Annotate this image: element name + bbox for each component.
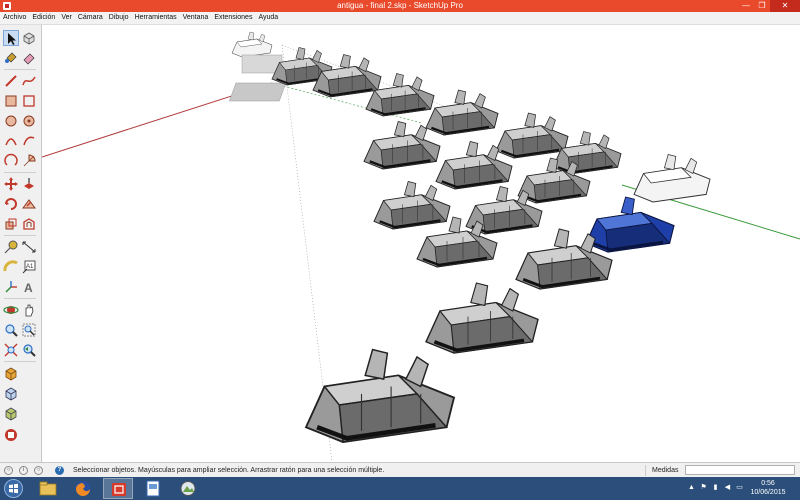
menu-camara[interactable]: Cámara xyxy=(75,12,106,24)
freehand-icon[interactable] xyxy=(21,73,37,89)
paint-bucket-icon[interactable] xyxy=(3,50,19,66)
zoom-icon[interactable] xyxy=(3,322,19,338)
menu-dibujo[interactable]: Dibujo xyxy=(106,12,132,24)
warehouse-icon[interactable] xyxy=(3,366,19,382)
document-viewer-icon[interactable] xyxy=(138,478,168,499)
keyboard-icon[interactable]: ▭ xyxy=(736,484,743,492)
ship-model[interactable] xyxy=(494,111,570,160)
menu-bar: Archivo Edición Ver Cámara Dibujo Herram… xyxy=(0,12,800,25)
3d-text-icon[interactable]: A xyxy=(21,279,37,295)
ship-model[interactable] xyxy=(311,53,383,99)
measurements-field[interactable] xyxy=(685,465,795,475)
restore-button[interactable]: ❐ xyxy=(754,0,770,12)
menu-ver[interactable]: Ver xyxy=(58,12,75,24)
select-tool-icon[interactable] xyxy=(3,30,19,46)
help-icon[interactable]: ? xyxy=(55,466,64,475)
ship-model-blue[interactable] xyxy=(584,195,676,254)
image-plane[interactable] xyxy=(228,82,287,102)
minimize-button[interactable]: — xyxy=(738,0,754,12)
protractor-icon[interactable] xyxy=(3,259,19,275)
system-clock[interactable]: 0:56 10/06/2015 xyxy=(748,479,788,497)
axes-icon[interactable] xyxy=(3,279,19,295)
title-bar[interactable]: antigua - final 2.skp - SketchUp Pro — ❐… xyxy=(0,0,800,12)
rotate-icon[interactable] xyxy=(3,196,19,212)
menu-ventana[interactable]: Ventana xyxy=(180,12,212,24)
ship-model[interactable] xyxy=(424,88,500,137)
geo-location-icon[interactable]: ○ xyxy=(4,466,13,475)
menu-ayuda[interactable]: Ayuda xyxy=(255,12,281,24)
orbit-icon[interactable] xyxy=(3,302,19,318)
rectangle-icon[interactable] xyxy=(3,93,19,109)
clock-date: 10/06/2015 xyxy=(750,489,786,496)
previous-view-icon[interactable] xyxy=(21,342,37,358)
volume-icon[interactable]: ◀ xyxy=(724,484,731,492)
move-icon[interactable] xyxy=(3,176,19,192)
pan-icon[interactable] xyxy=(21,302,37,318)
ship-model[interactable] xyxy=(372,180,452,231)
eraser-icon[interactable] xyxy=(21,50,37,66)
drawing-viewport[interactable] xyxy=(42,25,800,462)
ship-model-white[interactable] xyxy=(633,154,711,203)
status-bar: ○ i ○ ? Seleccionar objetos. Mayúsculas … xyxy=(0,462,800,478)
clock-time: 0:56 xyxy=(761,480,775,487)
follow-me-icon[interactable] xyxy=(21,196,37,212)
window-title: antigua - final 2.skp - SketchUp Pro xyxy=(337,1,463,10)
line-icon[interactable] xyxy=(3,73,19,89)
circle-icon[interactable] xyxy=(3,113,19,129)
taskbar: ▲ ⚑ ▮ ◀ ▭ 0:56 10/06/2015 xyxy=(0,477,800,500)
scale-icon[interactable] xyxy=(3,216,19,232)
dimension-icon[interactable] xyxy=(21,239,37,255)
three-point-arc-icon[interactable] xyxy=(3,153,19,169)
close-button[interactable]: ✕ xyxy=(770,0,800,12)
ship-model[interactable] xyxy=(306,350,454,443)
network-icon[interactable]: ▮ xyxy=(712,484,719,492)
offset-icon[interactable] xyxy=(21,216,37,232)
menu-edicion[interactable]: Edición xyxy=(29,12,58,24)
two-point-arc-icon[interactable] xyxy=(21,133,37,149)
push-pull-icon[interactable] xyxy=(21,176,37,192)
zoom-window-icon[interactable] xyxy=(21,322,37,338)
image-viewer-icon[interactable] xyxy=(173,478,203,499)
status-message: Seleccionar objetos. Mayúsculas para amp… xyxy=(73,467,385,474)
ship-model[interactable] xyxy=(231,31,273,58)
start-button[interactable] xyxy=(4,479,23,498)
show-hidden-icons[interactable]: ▲ xyxy=(688,484,695,492)
model-scene[interactable] xyxy=(42,25,800,462)
sketchup-icon[interactable] xyxy=(103,478,133,499)
credits-icon[interactable]: i xyxy=(19,466,28,475)
ship-model[interactable] xyxy=(424,281,540,355)
make-component-icon[interactable] xyxy=(21,30,37,46)
menu-herramientas[interactable]: Herramientas xyxy=(132,12,180,24)
tape-measure-icon[interactable] xyxy=(3,239,19,255)
measurements-label: Medidas xyxy=(652,467,679,474)
menu-extensiones[interactable]: Extensiones xyxy=(211,12,255,24)
system-tray: ▲ ⚑ ▮ ◀ ▭ xyxy=(688,484,743,492)
action-center-flag-icon[interactable]: ⚑ xyxy=(700,484,707,492)
svg-text:A1: A1 xyxy=(26,264,34,270)
svg-text:A: A xyxy=(24,281,33,295)
pie-icon[interactable] xyxy=(21,153,37,169)
polygon-icon[interactable] xyxy=(21,113,37,129)
extension-warehouse-icon[interactable] xyxy=(3,406,19,422)
arc-icon[interactable] xyxy=(3,133,19,149)
rotated-rectangle-icon[interactable] xyxy=(21,93,37,109)
share-model-icon[interactable] xyxy=(3,386,19,402)
zoom-extents-icon[interactable] xyxy=(3,342,19,358)
file-explorer-icon[interactable] xyxy=(33,478,63,499)
firefox-icon[interactable] xyxy=(68,478,98,499)
tool-palette: A1 A xyxy=(0,25,42,462)
layout-icon[interactable] xyxy=(3,427,19,443)
menu-archivo[interactable]: Archivo xyxy=(0,12,29,24)
text-icon[interactable]: A1 xyxy=(21,259,37,275)
user-icon[interactable]: ○ xyxy=(34,466,43,475)
